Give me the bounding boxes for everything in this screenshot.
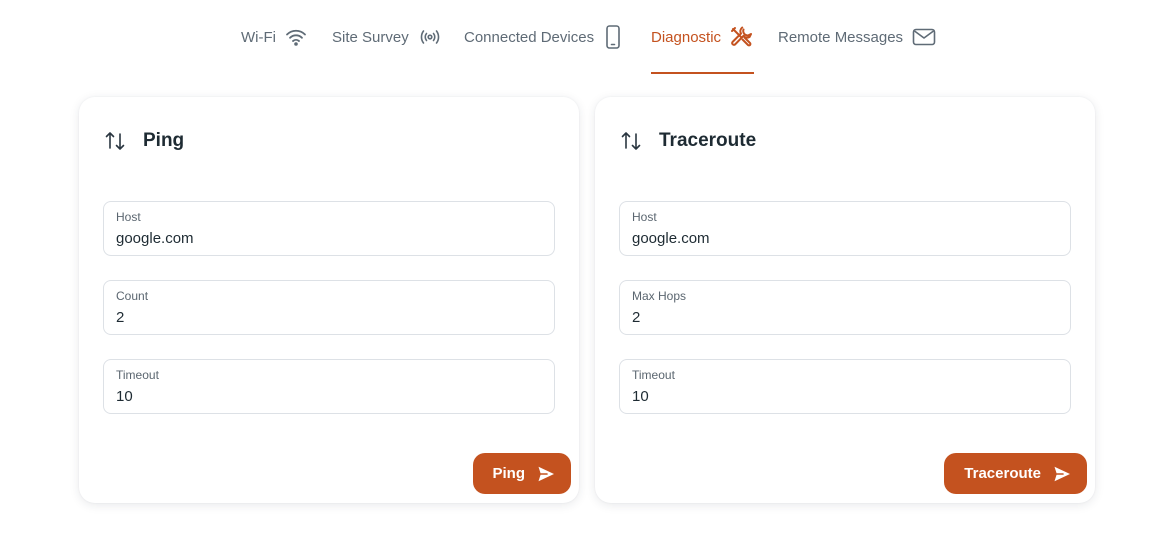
tab-remote-messages[interactable]: Remote Messages [778, 0, 936, 74]
send-icon [537, 465, 555, 483]
traceroute-button-label: Traceroute [964, 465, 1041, 482]
traceroute-card-header: Traceroute [619, 127, 756, 155]
envelope-icon [912, 28, 936, 46]
ping-card: Ping Host Count Timeout Ping [79, 97, 579, 503]
broadcast-icon [418, 28, 442, 46]
send-icon [1053, 465, 1071, 483]
tab-connected-devices[interactable]: Connected Devices [464, 0, 621, 74]
field-label: Host [116, 210, 141, 224]
traceroute-host-input[interactable] [632, 230, 1058, 247]
traceroute-title: Traceroute [659, 130, 757, 151]
ping-host-field[interactable]: Host [103, 201, 555, 256]
ping-title: Ping [143, 130, 185, 151]
tab-label: Connected Devices [464, 28, 595, 46]
traceroute-card: Traceroute Host Max Hops Timeout Tracero… [595, 97, 1095, 503]
traceroute-timeout-input[interactable] [632, 388, 1058, 405]
ping-button-label: Ping [492, 465, 526, 482]
tab-label: Diagnostic [651, 28, 722, 46]
tab-site-survey[interactable]: Site Survey [332, 0, 442, 74]
wifi-icon [285, 28, 307, 46]
tab-label: Remote Messages [778, 28, 904, 46]
field-label: Count [116, 289, 149, 303]
field-label: Host [632, 210, 657, 224]
mobile-phone-icon [605, 25, 621, 49]
swap-vertical-icon [619, 129, 643, 153]
ping-timeout-input[interactable] [116, 388, 542, 405]
traceroute-max-hops-input[interactable] [632, 309, 1058, 326]
traceroute-max-hops-field[interactable]: Max Hops [619, 280, 1071, 335]
ping-host-input[interactable] [116, 230, 542, 247]
tab-diagnostic[interactable]: Diagnostic [651, 0, 754, 74]
tab-bar: Wi-Fi Site Survey Connected Devices Diag… [0, 0, 1172, 74]
field-label: Timeout [632, 368, 675, 382]
traceroute-host-field[interactable]: Host [619, 201, 1071, 256]
field-label: Timeout [116, 368, 159, 382]
traceroute-button[interactable]: Traceroute [944, 453, 1087, 494]
tab-label: Site Survey [332, 28, 409, 46]
tab-label: Wi-Fi [241, 28, 276, 46]
ping-count-input[interactable] [116, 309, 542, 326]
ping-button[interactable]: Ping [472, 453, 571, 494]
tools-icon [730, 26, 753, 48]
field-label: Max Hops [632, 289, 687, 303]
ping-card-header: Ping [103, 127, 184, 155]
traceroute-timeout-field[interactable]: Timeout [619, 359, 1071, 414]
ping-count-field[interactable]: Count [103, 280, 555, 335]
swap-vertical-icon [103, 129, 127, 153]
tab-wifi[interactable]: Wi-Fi [241, 0, 307, 74]
ping-timeout-field[interactable]: Timeout [103, 359, 555, 414]
